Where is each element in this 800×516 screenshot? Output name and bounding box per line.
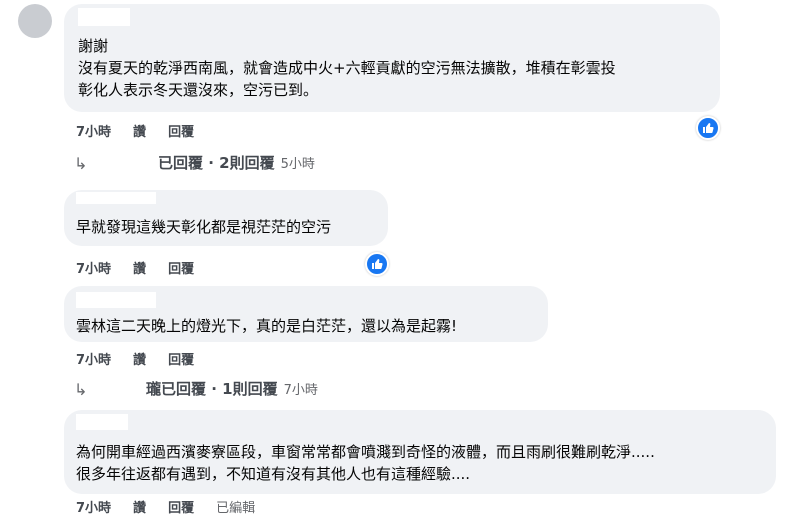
comment-time[interactable]: 7小時 (76, 262, 111, 277)
reply-arrow-icon: ↳ (74, 154, 88, 173)
author-name-redacted[interactable] (76, 192, 156, 204)
comment-time[interactable]: 7小時 (76, 125, 111, 140)
author-name-redacted[interactable] (78, 8, 130, 26)
like-button[interactable]: 讚 (133, 262, 146, 277)
like-reaction-icon[interactable] (696, 116, 720, 140)
reply-time: 7小時 (283, 383, 318, 398)
view-replies-link[interactable]: 瓏已回覆 · 1則回覆 7小時 (146, 378, 318, 399)
reply-button[interactable]: 回覆 (168, 125, 194, 140)
comment-text-line: 謝謝 (78, 37, 109, 55)
view-replies-link[interactable]: 已回覆 · 2則回覆 5小時 (158, 152, 315, 173)
avatar[interactable] (18, 188, 52, 222)
replies-label[interactable]: 已回覆 · 2則回覆 (158, 154, 275, 172)
comment-time[interactable]: 7小時 (76, 353, 111, 368)
replies-label[interactable]: 已回覆 · 1則回覆 (161, 380, 278, 398)
edited-label: 已編輯 (216, 501, 256, 516)
comment-text-line: 很多年往返都有遇到，不知道有沒有其他人也有這種經驗.... (76, 465, 471, 483)
comment-actions: 7小時 讚 回覆 已編輯 (76, 497, 277, 516)
comment-actions: 7小時 讚 回覆 (76, 121, 216, 140)
reply-button[interactable]: 回覆 (168, 501, 194, 516)
comment-time[interactable]: 7小時 (76, 501, 111, 516)
comment-actions: 7小時 讚 回覆 (76, 258, 216, 277)
comment-text-line: 為何開車經過西濱麥寮區段，車窗常常都會噴濺到奇怪的液體，而且雨刷很難刷乾淨...… (76, 443, 655, 461)
comment-text-line: 沒有夏天的乾淨西南風，就會造成中火+六輕貢獻的空污無法擴散，堆積在彰雲投 (78, 59, 616, 77)
replier-name-fragment: 瓏 (146, 380, 162, 398)
reply-button[interactable]: 回覆 (168, 353, 194, 368)
like-button[interactable]: 讚 (133, 501, 146, 516)
like-button[interactable]: 讚 (133, 353, 146, 368)
like-button[interactable]: 讚 (133, 125, 146, 140)
reply-button[interactable]: 回覆 (168, 262, 194, 277)
comment-text-line: 雲林這二天晚上的燈光下，真的是白茫茫，還以為是起霧! (76, 317, 458, 335)
comment-actions: 7小時 讚 回覆 (76, 349, 216, 368)
like-reaction-icon[interactable] (365, 252, 389, 276)
reply-time: 5小時 (280, 157, 315, 172)
comment-text-line: 早就發現這幾天彰化都是視茫茫的空污 (76, 218, 332, 236)
author-name-redacted[interactable] (76, 292, 156, 308)
avatar[interactable] (18, 4, 52, 38)
comment-text-line: 彰化人表示冬天還沒來，空污已到。 (78, 81, 319, 99)
replier-name-redacted (86, 374, 142, 396)
author-name-redacted[interactable] (76, 414, 128, 430)
